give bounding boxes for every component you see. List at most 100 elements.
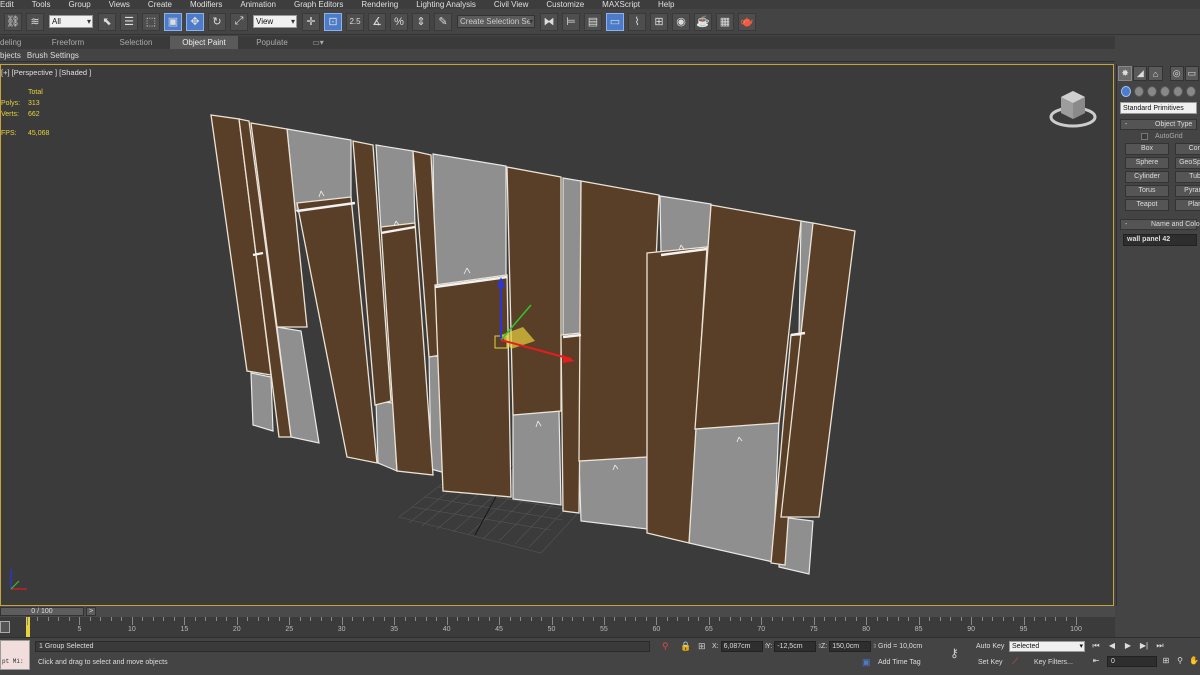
rendered-frame-window-icon[interactable]: ▦ — [716, 12, 734, 31]
time-slider[interactable]: 0 / 100 > — [0, 606, 1115, 617]
menu-views[interactable]: Views — [100, 0, 139, 9]
rectangular-selection-icon[interactable]: ⬚ — [142, 12, 160, 31]
x-coordinate-field[interactable]: 6,087cm — [720, 641, 763, 652]
z-coordinate-field[interactable]: 150,0cm — [829, 641, 872, 652]
tube-button[interactable]: Tube — [1175, 171, 1200, 183]
go-to-start-icon[interactable]: ⏮ — [1090, 641, 1102, 652]
selection-filter-dropdown[interactable]: All — [49, 15, 93, 28]
select-by-name-icon[interactable]: ☰ — [120, 12, 138, 31]
angle-snap-icon[interactable]: ∡ — [368, 12, 386, 31]
time-slider-next-icon[interactable]: > — [86, 607, 96, 616]
menu-customize[interactable]: Customize — [537, 0, 593, 9]
primitive-category-dropdown[interactable]: Standard Primitives — [1120, 102, 1197, 114]
helpers-icon[interactable] — [1173, 86, 1183, 97]
tab-modeling[interactable]: deling — [0, 36, 34, 49]
snaps-toggle-icon[interactable]: 2.5 — [346, 12, 364, 31]
display-tab-icon[interactable]: ▭ — [1184, 66, 1200, 81]
select-and-manipulate-icon[interactable]: ⊡ — [324, 12, 342, 31]
mirror-icon[interactable]: ⧓ — [540, 12, 558, 31]
render-production-icon[interactable]: 🫖 — [738, 12, 756, 31]
tab-object-paint[interactable]: Object Paint — [170, 36, 238, 49]
schematic-view-icon[interactable]: ⊞ — [650, 12, 668, 31]
name-and-color-rollout[interactable]: - Name and Color — [1120, 219, 1200, 230]
time-tag-icon[interactable]: ▣ — [862, 657, 871, 668]
viewport-label[interactable]: [+] [Perspective ] [Shaded ] — [1, 68, 91, 77]
viewcube-icon[interactable] — [1047, 85, 1099, 129]
previous-frame-icon[interactable]: ◀ — [1106, 641, 1118, 652]
percent-snap-icon[interactable]: % — [390, 12, 408, 31]
motion-tab-icon[interactable]: ◎ — [1169, 66, 1184, 81]
tab-freeform[interactable]: Freeform — [34, 36, 102, 49]
menu-group[interactable]: Group — [59, 0, 99, 9]
render-setup-icon[interactable]: ☕ — [694, 12, 712, 31]
menu-tools[interactable]: Tools — [23, 0, 60, 9]
window-crossing-icon[interactable]: ▣ — [164, 12, 182, 31]
cameras-icon[interactable] — [1160, 86, 1170, 97]
cone-button[interactable]: Cone — [1175, 143, 1200, 155]
pan-icon[interactable]: ✋ — [1188, 656, 1200, 667]
set-key-button[interactable]: Set Key — [978, 659, 1003, 666]
menu-edit[interactable]: Edit — [0, 0, 23, 9]
curve-editor-icon[interactable]: ⌇ — [628, 12, 646, 31]
hierarchy-tab-icon[interactable]: ⌂ — [1148, 66, 1163, 81]
teapot-button[interactable]: Teapot — [1125, 199, 1169, 211]
create-tab-icon[interactable]: ✸ — [1118, 66, 1133, 81]
box-button[interactable]: Box — [1125, 143, 1169, 155]
select-and-rotate-icon[interactable]: ↻ — [208, 12, 226, 31]
selection-lock-icon[interactable]: 🔒 — [680, 641, 691, 652]
set-keys-icon[interactable]: ⟋ — [1012, 656, 1018, 667]
set-key-mode-icon[interactable]: ⚷ — [950, 646, 959, 660]
isolate-selection-icon[interactable]: ⚲ — [662, 641, 669, 652]
time-slider-thumb[interactable]: 0 / 100 — [0, 607, 84, 616]
maxscript-mini-listener[interactable]: pt Mi: — [0, 640, 30, 670]
absolute-mode-icon[interactable]: ⊞ — [698, 641, 706, 652]
zoom-icon[interactable]: ⚲ — [1174, 656, 1186, 667]
autogrid-option[interactable]: AutoGrid — [1141, 133, 1200, 140]
select-object-icon[interactable]: ⬉ — [98, 12, 116, 31]
menu-maxscript[interactable]: MAXScript — [593, 0, 649, 9]
curve-editor-mini-icon[interactable] — [0, 621, 10, 633]
tab-selection[interactable]: Selection — [102, 36, 170, 49]
space-warps-icon[interactable] — [1186, 86, 1196, 97]
tab-populate[interactable]: Populate — [238, 36, 306, 49]
shapes-icon[interactable] — [1134, 86, 1144, 97]
sphere-button[interactable]: Sphere — [1125, 157, 1169, 169]
perspective-viewport[interactable]: [+] [Perspective ] [Shaded ] Total Polys… — [0, 64, 1114, 606]
pivot-center-icon[interactable]: ✛ — [302, 12, 320, 31]
menu-lighting-analysis[interactable]: Lighting Analysis — [407, 0, 485, 9]
menu-help[interactable]: Help — [649, 0, 683, 9]
pyramid-button[interactable]: Pyramid — [1175, 185, 1200, 197]
track-bar[interactable]: 5 10 15 20 25 30 35 40 45 50 55 60 65 70 75 80 85 90 95 100 — [0, 617, 1115, 637]
auto-key-button[interactable]: Auto Key — [976, 643, 1004, 650]
spinner-snap-icon[interactable]: ⇕ — [412, 12, 430, 31]
lights-icon[interactable] — [1147, 86, 1157, 97]
y-coordinate-field[interactable]: -12,5cm — [774, 641, 817, 652]
menu-modifiers[interactable]: Modifiers — [181, 0, 231, 9]
select-and-move-icon[interactable]: ✥ — [186, 12, 204, 31]
reference-coordinate-dropdown[interactable]: View — [253, 15, 297, 28]
next-frame-icon[interactable]: ▶| — [1138, 641, 1150, 652]
edit-named-selection-icon[interactable]: ✎ — [434, 12, 452, 31]
current-frame-field[interactable]: 0 — [1107, 656, 1157, 667]
plane-button[interactable]: Plane — [1175, 199, 1200, 211]
bind-space-warp-icon[interactable]: ≋ — [26, 12, 44, 31]
named-selection-dropdown[interactable]: Create Selection Se — [457, 15, 535, 28]
menu-animation[interactable]: Animation — [231, 0, 285, 9]
play-icon[interactable]: ▶ — [1122, 641, 1134, 652]
layer-explorer-icon[interactable]: ▤ — [584, 12, 602, 31]
object-name-field[interactable]: wall panel 42 — [1123, 234, 1197, 246]
select-and-scale-icon[interactable]: ⤢ — [230, 12, 248, 31]
add-time-tag[interactable]: Add Time Tag — [878, 659, 921, 666]
subtab-objects[interactable]: bjects — [0, 51, 21, 60]
link-icon[interactable]: ⛓ — [4, 12, 22, 31]
key-filters-button[interactable]: Key Filters... — [1034, 659, 1073, 666]
key-mode-dropdown[interactable]: Selected — [1009, 641, 1085, 652]
material-editor-icon[interactable]: ◉ — [672, 12, 690, 31]
menu-graph-editors[interactable]: Graph Editors — [285, 0, 352, 9]
torus-button[interactable]: Torus — [1125, 185, 1169, 197]
go-to-end-icon[interactable]: ⏭ — [1154, 641, 1166, 652]
menu-create[interactable]: Create — [139, 0, 181, 9]
menu-rendering[interactable]: Rendering — [352, 0, 407, 9]
subtab-brush-settings[interactable]: Brush Settings — [27, 51, 79, 60]
ribbon-options-icon[interactable]: ▭▾ — [306, 36, 330, 49]
